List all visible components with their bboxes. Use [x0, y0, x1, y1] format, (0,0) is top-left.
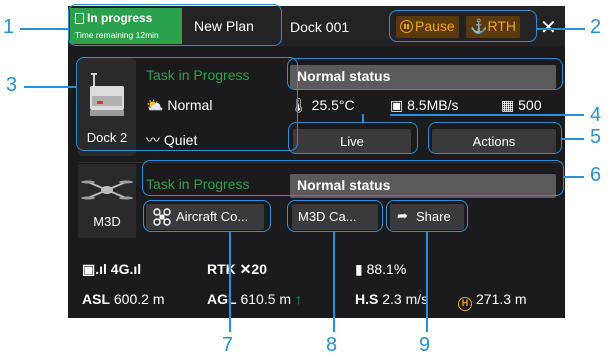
aircraft-icon [81, 180, 133, 200]
time-remaining: Time remaining 12min [75, 30, 159, 40]
thermometer-icon: 🌡 [290, 97, 308, 113]
plan-name[interactable]: New Plan [194, 18, 254, 34]
page: In progress Time remaining 12min New Pla… [0, 0, 610, 357]
callout-2: 2 [590, 16, 602, 38]
share-button[interactable]: ➦ Share [390, 204, 464, 230]
temperature-readout: 🌡 25.5°C [290, 97, 355, 113]
callout-line-1 [20, 28, 68, 30]
dock-panel: In progress Time remaining 12min New Pla… [68, 6, 565, 318]
task-status-title: In progress [75, 11, 152, 25]
aircraft-status-box: Normal status [290, 174, 556, 198]
callout-line-2 [537, 28, 585, 30]
callout-line-4a [390, 114, 584, 116]
callout-3: 3 [6, 74, 18, 96]
noise-status: 〰 Quiet [146, 132, 198, 148]
callout-line-8 [333, 232, 335, 332]
signal-icon: ▣.ıl [82, 261, 111, 277]
callout-line-9 [426, 232, 428, 332]
callout-8: 8 [326, 334, 338, 356]
callout-line-3 [24, 86, 76, 88]
battery-level: ▮ 88.1% [355, 261, 407, 277]
callout-line-7 [229, 232, 231, 332]
asl-readout: ASL 600.2 m [82, 291, 165, 307]
callout-9: 9 [419, 334, 431, 356]
aircraft-control-button[interactable]: Aircraft Co... [146, 204, 264, 230]
callout-line-5 [562, 138, 584, 140]
section-divider [78, 162, 565, 163]
aircraft-device-name: M3D [93, 214, 121, 229]
clipboard-icon [75, 13, 84, 24]
storage-count: ▦ 500 [501, 97, 542, 113]
dock-device-card[interactable]: Dock 2 [78, 58, 136, 156]
rtk-status: RTK ✕20 [207, 261, 267, 277]
dock-status-box: Normal status [290, 65, 556, 89]
battery-icon: ▮ [355, 261, 367, 277]
up-arrow-icon: ↑ [294, 291, 302, 307]
callout-line-6 [564, 176, 584, 178]
box-icon: ▦ [501, 97, 515, 113]
share-icon: ➦ [397, 208, 408, 223]
drone-control-icon [153, 208, 171, 226]
signal-strength: ▣.ıl 4G.ıl [82, 261, 142, 277]
rth-button[interactable]: ⚓RTH [466, 16, 520, 38]
fan-icon: 〰 [146, 132, 164, 148]
satellite-icon: ✕ [239, 261, 252, 277]
aircraft-task-status: Task in Progress [146, 176, 250, 192]
pause-button[interactable]: Pause [396, 16, 459, 38]
callout-5: 5 [590, 126, 602, 148]
callout-1: 1 [3, 16, 15, 38]
dock-task-status: Task in Progress [146, 67, 250, 83]
callout-4: 4 [590, 104, 602, 126]
network-icon: ▣ [390, 97, 404, 113]
dock-name: Dock 001 [290, 19, 350, 35]
home-point-icon: H [458, 297, 472, 311]
aircraft-device-card[interactable]: M3D [78, 164, 136, 238]
actions-button[interactable]: Actions [432, 129, 556, 153]
live-button[interactable]: Live [293, 129, 411, 153]
weather-status: ⛅ Normal [146, 97, 213, 113]
cell-bars-icon: .ıl [129, 261, 142, 277]
dock-device-name: Dock 2 [86, 130, 128, 145]
callout-line-4b [362, 114, 364, 122]
horizontal-speed: H.S 2.3 m/s [355, 291, 429, 307]
dock-icon [90, 73, 124, 116]
callout-7: 7 [222, 334, 234, 356]
weather-icon: ⛅ [146, 97, 168, 113]
task-status-chip[interactable]: In progress Time remaining 12min [70, 8, 182, 44]
network-speed: ▣ 8.5MB/s [390, 97, 459, 113]
top-bar: In progress Time remaining 12min New Pla… [68, 6, 565, 46]
pause-icon [400, 20, 413, 33]
return-home-icon: ⚓ [470, 18, 488, 34]
agl-readout: AGL 610.5 m ↑ [207, 291, 302, 307]
home-distance: H 271.3 m [458, 291, 527, 311]
callout-6: 6 [590, 164, 602, 186]
camera-button[interactable]: M3D Ca... [292, 204, 378, 230]
